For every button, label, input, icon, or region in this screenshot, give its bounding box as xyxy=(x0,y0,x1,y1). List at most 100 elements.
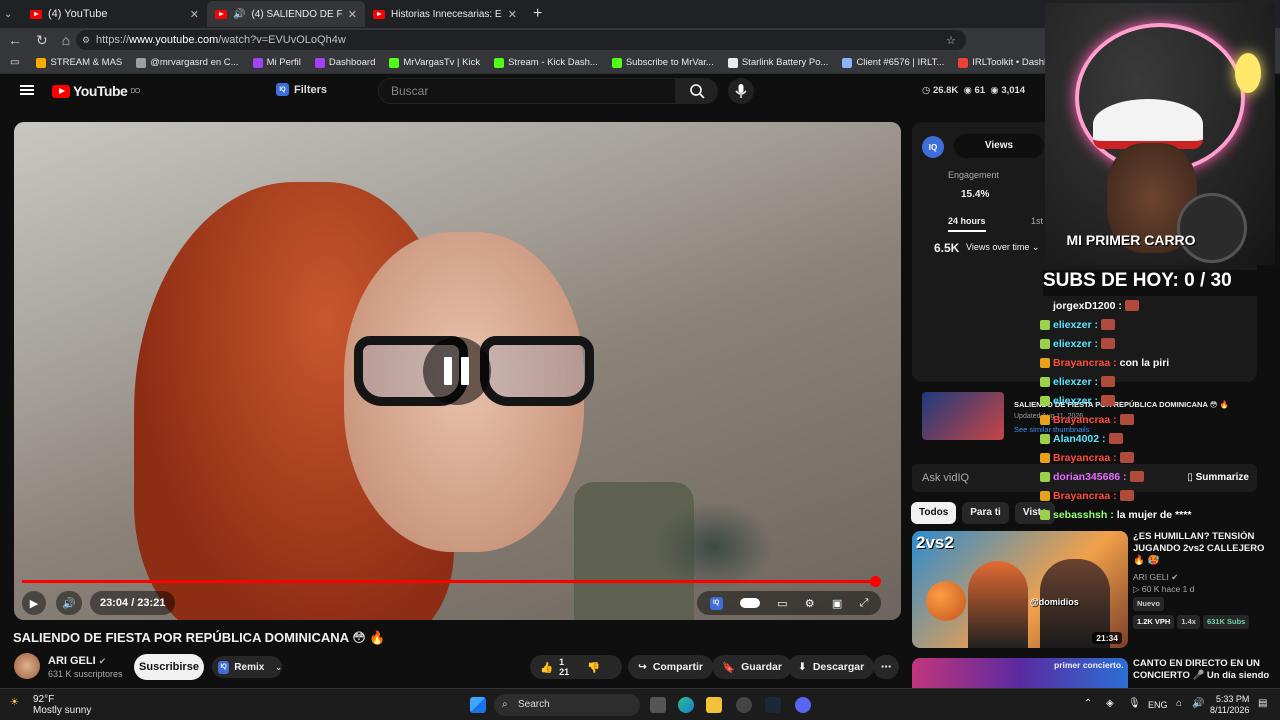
share-icon: ↪ xyxy=(638,661,647,673)
task-view-icon[interactable] xyxy=(650,697,666,713)
file-explorer-icon[interactable] xyxy=(706,697,722,713)
chip-todos[interactable]: Todos xyxy=(911,502,957,524)
bookmark-item[interactable]: @mrvargasrd en C... xyxy=(129,57,245,68)
back-icon[interactable]: ← xyxy=(8,32,22,48)
chat-message: Brayancraa : con la piri xyxy=(1040,353,1280,372)
bookmark-favicon-icon xyxy=(389,57,400,68)
chat-emote-icon xyxy=(1100,395,1115,406)
pause-icon[interactable] xyxy=(423,337,491,405)
tab-current-video[interactable]: 🔊 (4) SALIENDO DE FIESTA POR ✕ xyxy=(207,1,365,27)
related-thumbnail-2[interactable]: primer concierto. xyxy=(912,658,1128,688)
views-over-time-dropdown[interactable]: Views over time ⌄ xyxy=(966,242,1039,253)
more-actions-button[interactable]: ⋯ xyxy=(873,655,899,679)
chat-emote-icon xyxy=(1129,471,1144,482)
weather-widget[interactable]: 92°F Mostly sunny xyxy=(33,694,91,716)
vidiq-player-icon[interactable]: IQ xyxy=(709,596,723,610)
dislike-button[interactable]: 👎 xyxy=(587,661,600,674)
autoplay-toggle[interactable] xyxy=(739,598,760,608)
reload-icon[interactable]: ↻ xyxy=(36,32,48,49)
obs-icon[interactable] xyxy=(736,697,752,713)
windows-taskbar: ☀ 92°F Mostly sunny ⌕ Search ⌃ ◈ 🎙 ENG ⌂ 🔊… xyxy=(0,688,1280,720)
bookmark-item[interactable]: Starlink Battery Po... xyxy=(721,57,836,68)
discord-icon[interactable] xyxy=(795,697,811,713)
chat-text: con la piri xyxy=(1119,356,1170,369)
tab-youtube-home[interactable]: (4) YouTube ✕ xyxy=(22,1,207,27)
similar-thumbnail[interactable] xyxy=(922,392,1004,440)
related-thumbnail[interactable]: 2vs2 @domidios 21:34 xyxy=(912,531,1128,648)
youtube-logo[interactable]: YouTube DO xyxy=(52,83,140,99)
download-button[interactable]: ⬇ Descargar xyxy=(788,655,875,679)
tab-historias[interactable]: Historias Innecesarias: Explosión d ✕ xyxy=(365,1,525,27)
chat-badge-icon xyxy=(1040,357,1050,368)
youtube-favicon-icon xyxy=(215,9,227,19)
like-button[interactable]: 👍 1 21 xyxy=(540,657,569,677)
chat-message: Brayancraa : xyxy=(1040,486,1280,505)
range-24h-tab[interactable]: 24 hours xyxy=(948,216,986,232)
chip-para-ti[interactable]: Para ti xyxy=(962,502,1009,524)
voice-search-button[interactable] xyxy=(728,78,754,104)
notification-icon[interactable]: ▤ xyxy=(1258,698,1267,709)
range-other-tab[interactable]: 1st xyxy=(1031,216,1043,226)
progress-bar[interactable] xyxy=(22,576,882,587)
video-player[interactable]: ▶ 🔊 23:04 / 23:21 IQ ▭ ⚙ ▣ ⤢ xyxy=(14,122,901,620)
chat-emote-icon xyxy=(1119,452,1134,463)
bookmark-item[interactable]: Subscribe to MrVar... xyxy=(605,57,721,68)
language-indicator[interactable]: ENG xyxy=(1148,700,1168,710)
save-button[interactable]: 🔖 Guardar xyxy=(712,655,792,679)
weather-icon[interactable]: ☀ xyxy=(10,697,19,708)
more-icon: ⋯ xyxy=(880,661,892,673)
site-info-icon[interactable]: ⚙ xyxy=(82,35,90,46)
eye-icon: ◉ xyxy=(963,85,972,96)
bookmarks-menu-icon[interactable]: ▭ xyxy=(0,57,29,68)
url-field[interactable]: ⚙ https://www.youtube.com/watch?v=EVUvOL… xyxy=(76,30,966,50)
chat-message: Brayancraa : xyxy=(1040,448,1280,467)
search-button[interactable] xyxy=(676,78,718,104)
subscribe-button[interactable]: Suscribirse xyxy=(134,654,204,680)
bookmark-item[interactable]: Stream - Kick Dash... xyxy=(487,57,605,68)
bookmark-item[interactable]: Client #6576 | IRLT... xyxy=(835,57,951,68)
volume-button[interactable]: 🔊 xyxy=(56,591,82,615)
share-button[interactable]: ↪ Compartir xyxy=(628,655,713,679)
home-icon[interactable]: ⌂ xyxy=(62,32,70,48)
tray-mic-icon[interactable]: 🎙 xyxy=(1128,698,1141,709)
chat-message: eliexzer : xyxy=(1040,391,1280,410)
fullscreen-icon[interactable]: ⤢ xyxy=(860,597,869,610)
channel-name[interactable]: ARI GELI ✔ xyxy=(48,655,106,667)
menu-icon[interactable] xyxy=(20,85,34,95)
subtitles-icon[interactable]: ▭ xyxy=(777,597,787,610)
engagement-value: 15.4% xyxy=(961,189,990,200)
speaker-icon[interactable]: 🔊 xyxy=(233,9,245,20)
related-video-info[interactable]: ¿ES HUMILLAN? TENSIÓN JUGANDO 2vs2 CALLE… xyxy=(1133,531,1273,629)
vidiq-tab-views[interactable]: Views xyxy=(954,134,1044,158)
remix-button[interactable]: IQ Remix ⌄ xyxy=(212,656,282,678)
related-video-2-title[interactable]: CANTO EN DIRECTO EN UN CONCIERTO 🎤 Un dí… xyxy=(1133,658,1273,686)
clock[interactable]: 5:33 PM 8/11/2026 xyxy=(1210,694,1249,716)
tray-icon[interactable]: ◈ xyxy=(1106,698,1114,709)
close-tab-icon[interactable]: ✕ xyxy=(508,8,517,21)
bookmark-item[interactable]: STREAM & MAS xyxy=(29,57,129,68)
star-icon[interactable]: ☆ xyxy=(946,34,956,47)
steam-icon[interactable] xyxy=(765,697,781,713)
close-tab-icon[interactable]: ✕ xyxy=(190,8,199,21)
windows-start-icon[interactable] xyxy=(470,697,486,713)
bookmark-item[interactable]: MrVargasTv | Kick xyxy=(382,57,487,68)
bookmark-favicon-icon xyxy=(958,57,969,68)
taskbar-search[interactable]: ⌕ Search xyxy=(494,694,640,716)
miniplayer-icon[interactable]: ▣ xyxy=(832,597,842,610)
bookmark-item[interactable]: Dashboard xyxy=(308,57,382,68)
channel-avatar[interactable] xyxy=(14,653,40,679)
subs-counter: SUBS DE HOY: 0 / 30 xyxy=(1043,270,1280,296)
basketball-image xyxy=(926,581,966,621)
tray-chevron-icon[interactable]: ⌃ xyxy=(1084,698,1092,709)
close-tab-icon[interactable]: ✕ xyxy=(348,8,357,21)
bookmark-item[interactable]: Mi Perfil xyxy=(246,57,308,68)
vidiq-filters-button[interactable]: IQ Filters xyxy=(276,83,327,96)
settings-icon[interactable]: ⚙ xyxy=(805,597,815,610)
search-input[interactable]: Buscar xyxy=(378,78,676,104)
new-tab-icon[interactable]: + xyxy=(525,5,542,23)
edge-icon[interactable] xyxy=(678,697,694,713)
tab-search-icon[interactable]: ⌄ xyxy=(4,9,22,20)
play-button[interactable]: ▶ xyxy=(22,591,46,615)
network-icon[interactable]: ⌂ xyxy=(1176,698,1182,709)
volume-icon[interactable]: 🔊 xyxy=(1192,698,1204,709)
